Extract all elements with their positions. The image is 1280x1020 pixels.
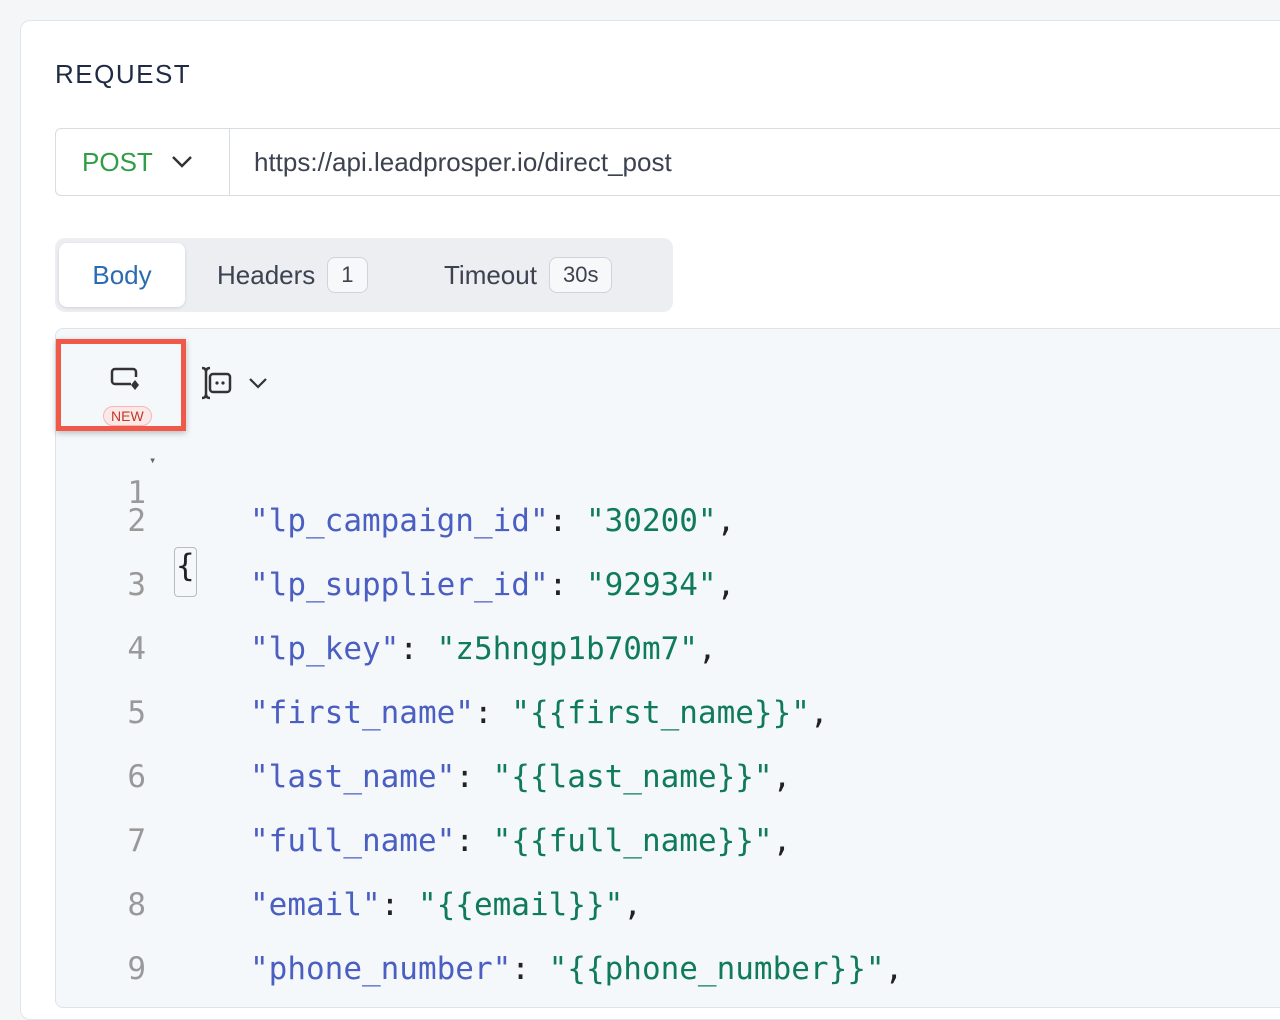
- body-editor[interactable]: NEW 1 ▾ { 2 "lp_campaign_id": "30200", 3 "…: [55, 328, 1280, 1008]
- tab-label: Timeout: [444, 259, 537, 290]
- json-key: "first_name": [250, 695, 474, 731]
- json-value: "{{full_name}}": [492, 823, 773, 859]
- json-key: "lp_supplier_id": [250, 567, 549, 603]
- json-key: "last_name": [250, 759, 456, 795]
- line-number: 2: [127, 503, 146, 539]
- headers-count-badge: 1: [327, 257, 368, 293]
- line-number: 4: [127, 631, 146, 667]
- json-value: "30200": [585, 503, 717, 539]
- json-value: "z5hngp1b70m7": [436, 631, 698, 667]
- request-tabs: Body Headers 1 Timeout 30s: [55, 238, 673, 312]
- json-value: "{{phone_number}}": [548, 951, 885, 987]
- line-number: 9: [127, 951, 146, 987]
- code-line: 1 ▾ {: [56, 439, 205, 597]
- request-card: REQUEST POST https://api.leadprosper.io/…: [20, 20, 1280, 1020]
- method-label: POST: [82, 146, 153, 177]
- line-number: 6: [127, 759, 146, 795]
- json-value: "92934": [585, 567, 717, 603]
- new-badge: NEW: [103, 406, 152, 426]
- url-input[interactable]: https://api.leadprosper.io/direct_post: [230, 129, 672, 195]
- line-number: 8: [127, 887, 146, 923]
- tab-headers[interactable]: Headers 1: [217, 243, 368, 307]
- json-value: "{{first_name}}": [511, 695, 810, 731]
- json-key: "full_name": [250, 823, 456, 859]
- fold-arrow-icon[interactable]: ▾: [149, 453, 156, 467]
- tab-timeout[interactable]: Timeout 30s: [444, 243, 613, 307]
- json-key: "email": [250, 887, 381, 923]
- line-number: 3: [127, 567, 146, 603]
- tab-body[interactable]: Body: [59, 243, 185, 307]
- line-number: 7: [127, 823, 146, 859]
- format-code-icon[interactable]: [196, 365, 234, 401]
- json-value: "{{email}}": [417, 887, 624, 923]
- timeout-badge: 30s: [548, 257, 613, 293]
- chevron-down-icon: [171, 156, 192, 168]
- line-number: 5: [127, 695, 146, 731]
- json-key: "lp_campaign_id": [250, 503, 549, 539]
- ai-generate-button[interactable]: NEW: [56, 339, 186, 431]
- json-key: "lp_key": [250, 631, 400, 667]
- json-key: "phone_number": [250, 951, 512, 987]
- tab-label: Body: [92, 259, 152, 290]
- method-select[interactable]: POST: [56, 129, 230, 195]
- sparkle-input-icon: [110, 367, 139, 390]
- tab-label: Headers: [217, 259, 316, 290]
- section-title: REQUEST: [55, 59, 192, 89]
- chevron-down-icon[interactable]: [248, 377, 268, 389]
- json-value: "{{last_name}}": [492, 759, 773, 795]
- code-brace: {: [174, 547, 197, 597]
- url-bar: POST https://api.leadprosper.io/direct_p…: [55, 128, 1280, 196]
